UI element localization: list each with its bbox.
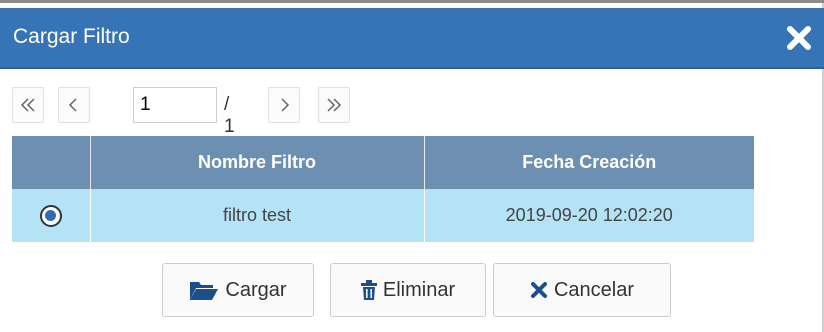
double-chevron-right-icon [327,98,342,112]
eliminar-label: Eliminar [382,278,456,301]
cargar-button[interactable]: Cargar [162,263,314,317]
row-radio-button[interactable] [39,204,62,227]
dialog-title: Cargar Filtro [13,25,130,48]
close-icon [787,26,811,50]
page-total-label: / 1 [224,94,235,137]
chevron-right-icon [281,98,290,112]
column-header-select [12,136,91,189]
page-number-input[interactable] [133,87,217,123]
last-page-button[interactable] [318,87,350,123]
cell-fecha: 2019-09-20 12:02:20 [424,189,754,242]
trash-icon [360,280,377,300]
column-header-fecha[interactable]: Fecha Creación [424,136,754,189]
cancelar-button[interactable]: Cancelar [493,263,671,317]
column-header-nombre[interactable]: Nombre Filtro [90,136,425,189]
close-button[interactable] [784,23,814,53]
cell-nombre: filtro test [90,189,425,242]
row-select-cell[interactable] [12,189,91,242]
radio-selected-dot [45,210,57,222]
eliminar-button[interactable]: Eliminar [330,263,486,317]
cancelar-label: Cancelar [553,278,635,301]
previous-page-button[interactable] [58,87,90,123]
next-page-button[interactable] [268,87,300,123]
cargar-filtro-dialog: Cargar Filtro / 1 [0,3,824,332]
double-chevron-left-icon [20,98,35,112]
x-icon [530,282,547,298]
chevron-left-icon [68,98,77,112]
filters-table: Nombre Filtro Fecha Creación filtro test… [12,136,754,242]
table-header-row: Nombre Filtro Fecha Creación [12,136,754,189]
table-row[interactable]: filtro test 2019-09-20 12:02:20 [12,189,754,242]
dialog-titlebar: Cargar Filtro [0,8,824,69]
cargar-label: Cargar [225,278,287,301]
folder-open-icon [190,282,219,300]
first-page-button[interactable] [12,87,44,123]
